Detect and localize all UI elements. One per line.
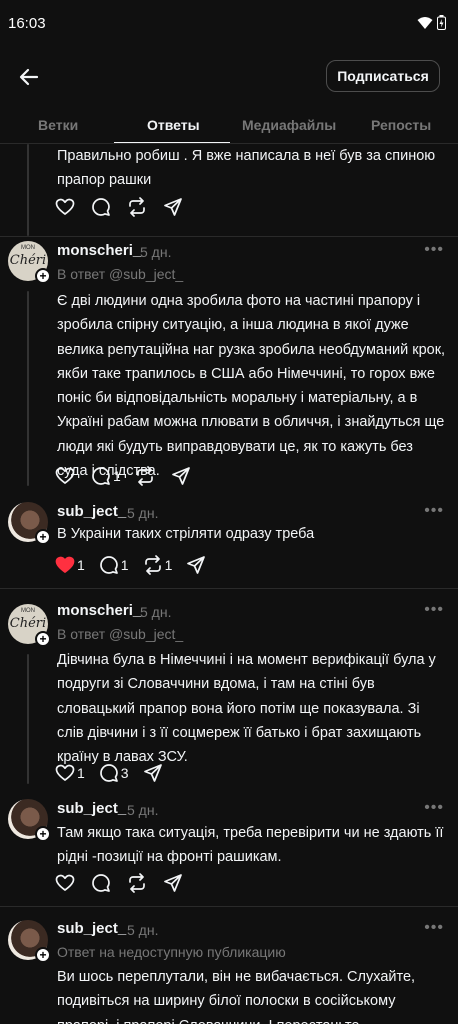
repost-icon xyxy=(127,873,147,893)
more-icon[interactable]: ••• xyxy=(424,601,444,619)
tab-reposts[interactable]: Репосты xyxy=(371,117,431,133)
repost-icon xyxy=(135,466,155,486)
thread-post: Правильно робиш . Я вже написала в неї б… xyxy=(0,144,458,236)
heart-icon xyxy=(55,197,75,217)
more-icon[interactable]: ••• xyxy=(424,502,444,520)
thread-post: + sub_ject_ 5 дн. ••• Ответ на недоступн… xyxy=(0,907,458,1024)
reply-button[interactable] xyxy=(91,873,113,893)
heart-icon xyxy=(55,763,75,783)
comment-icon xyxy=(91,466,111,486)
share-button[interactable] xyxy=(163,197,183,217)
profile-tabs: Ветки Ответы Медиафайлы Репосты xyxy=(0,104,458,144)
share-button[interactable] xyxy=(143,763,163,783)
more-icon[interactable]: ••• xyxy=(424,241,444,259)
post-text: Правильно робиш . Я вже написала в неї б… xyxy=(57,148,436,189)
reply-button[interactable]: 1 xyxy=(99,555,129,575)
share-icon xyxy=(171,466,191,486)
share-icon xyxy=(163,873,183,893)
post-actions xyxy=(55,195,197,219)
username[interactable]: sub_ject_ xyxy=(57,800,126,817)
thread-line xyxy=(27,654,29,784)
follow-plus-icon[interactable]: + xyxy=(35,529,51,545)
tab-replies[interactable]: Ответы xyxy=(147,117,200,133)
post-text: Там якщо така ситуація, треба перевірити… xyxy=(57,825,444,866)
repost-button[interactable] xyxy=(127,197,149,217)
repost-icon xyxy=(143,555,163,575)
post-actions: 1 1 1 xyxy=(55,553,220,577)
username[interactable]: monscheri_ xyxy=(57,242,141,259)
username[interactable]: sub_ject_ xyxy=(57,920,126,937)
tab-media[interactable]: Медиафайлы xyxy=(242,117,336,133)
post-time: 5 дн. xyxy=(140,244,172,260)
heart-icon xyxy=(55,555,75,575)
share-icon xyxy=(186,555,206,575)
tab-threads[interactable]: Ветки xyxy=(38,117,78,133)
share-button[interactable] xyxy=(163,873,183,893)
reply-to-label[interactable]: В ответ @sub_ject_ xyxy=(57,626,183,642)
wifi-icon xyxy=(417,16,433,30)
repost-button[interactable] xyxy=(135,466,157,486)
battery-icon xyxy=(437,15,446,30)
thread-post: + sub_ject_ 5 дн. ••• Там якщо така ситу… xyxy=(0,789,458,906)
share-button[interactable] xyxy=(171,466,191,486)
comment-icon xyxy=(91,873,111,893)
more-icon[interactable]: ••• xyxy=(424,799,444,817)
status-bar: 16:03 xyxy=(0,0,458,48)
post-actions: 1 3 xyxy=(55,761,177,785)
post-text: В Украіни таких стріляти одразу треба xyxy=(57,526,315,542)
thread-post: + sub_ject_ 5 дн. ••• В Украіни таких ст… xyxy=(0,492,458,588)
follow-plus-icon[interactable]: + xyxy=(35,826,51,842)
post-time: 5 дн. xyxy=(127,505,159,521)
top-bar: Подписаться xyxy=(0,48,458,104)
username[interactable]: monscheri_ xyxy=(57,602,141,619)
like-button[interactable]: 1 xyxy=(55,763,85,783)
heart-icon xyxy=(55,873,75,893)
post-time: 5 дн. xyxy=(140,604,172,620)
comment-icon xyxy=(99,555,119,575)
follow-plus-icon[interactable]: + xyxy=(35,947,51,963)
post-text: Є дві людини одна зробила фото на частин… xyxy=(57,293,446,480)
status-time: 16:03 xyxy=(8,15,46,32)
share-button[interactable] xyxy=(186,555,206,575)
reply-to-label: Ответ на недоступную публикацию xyxy=(57,944,286,960)
comment-icon xyxy=(91,197,111,217)
follow-plus-icon[interactable]: + xyxy=(35,631,51,647)
reply-button[interactable] xyxy=(91,197,113,217)
repost-button[interactable]: 1 xyxy=(143,555,172,575)
repost-button[interactable] xyxy=(127,873,149,893)
thread-line xyxy=(27,144,29,236)
post-text: Ви шось переплутали, він не вибачається.… xyxy=(57,969,416,1024)
comment-icon xyxy=(99,763,119,783)
thread-post: MON Chéri + monscheri_ 5 дн. ••• В ответ… xyxy=(0,237,458,492)
post-actions: 1 xyxy=(55,464,205,488)
like-button[interactable] xyxy=(55,197,77,217)
share-icon xyxy=(143,763,163,783)
follow-plus-icon[interactable]: + xyxy=(35,268,51,284)
post-actions xyxy=(55,871,197,895)
subscribe-button[interactable]: Подписаться xyxy=(326,60,440,92)
reply-to-label[interactable]: В ответ @sub_ject_ xyxy=(57,266,183,282)
thread-post: MON Chéri + monscheri_ 5 дн. ••• В ответ… xyxy=(0,589,458,789)
heart-icon xyxy=(55,466,75,486)
username[interactable]: sub_ject_ xyxy=(57,503,126,520)
more-icon[interactable]: ••• xyxy=(424,919,444,937)
reply-button[interactable]: 1 xyxy=(91,466,121,486)
post-time: 5 дн. xyxy=(127,922,159,938)
post-text: Дівчина була в Німеччині і на момент вер… xyxy=(57,652,436,766)
thread-line xyxy=(27,291,29,486)
reply-button[interactable]: 3 xyxy=(99,763,129,783)
like-button[interactable] xyxy=(55,466,77,486)
share-icon xyxy=(163,197,183,217)
post-time: 5 дн. xyxy=(127,802,159,818)
repost-icon xyxy=(127,197,147,217)
like-button[interactable]: 1 xyxy=(55,555,85,575)
active-tab-indicator xyxy=(114,142,230,143)
back-arrow-icon[interactable] xyxy=(16,64,42,90)
like-button[interactable] xyxy=(55,873,77,893)
